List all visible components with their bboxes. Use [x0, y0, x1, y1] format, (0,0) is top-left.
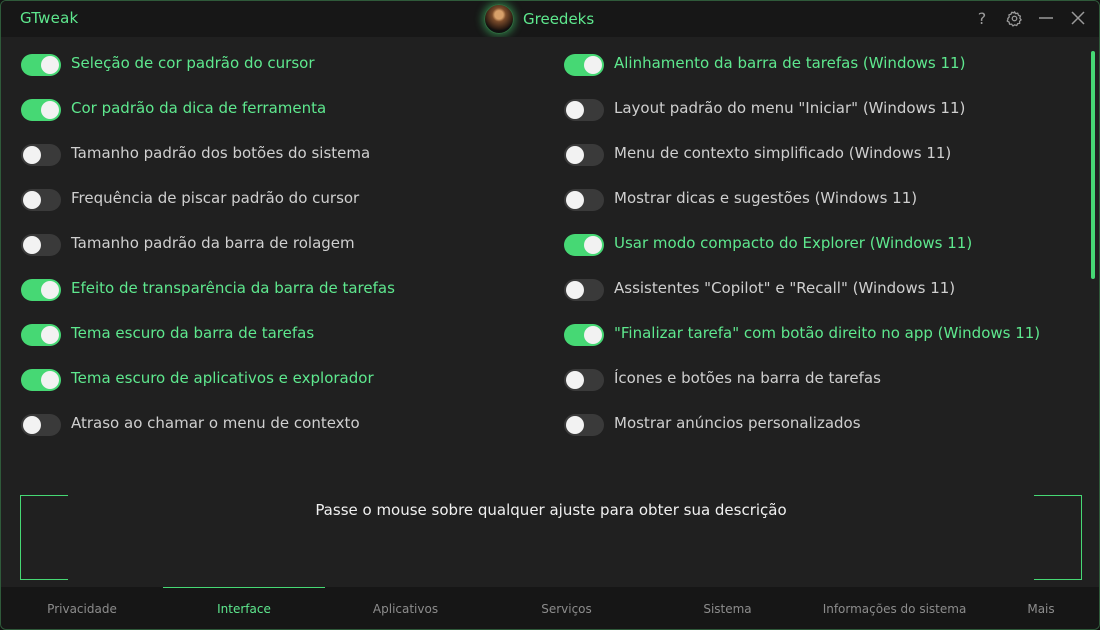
- toggle-knob: [23, 416, 41, 434]
- title-bar[interactable]: GTweak Greedeks ?: [1, 1, 1099, 37]
- tab-sistema[interactable]: Sistema: [647, 587, 808, 629]
- toggle-knob: [566, 191, 584, 209]
- toggle-knob: [566, 101, 584, 119]
- description-text: Passe o mouse sobre qualquer ajuste para…: [315, 501, 787, 519]
- toggle-switch[interactable]: [564, 99, 604, 121]
- toggle-row[interactable]: Assistentes "Copilot" e "Recall" (Window…: [564, 278, 1040, 323]
- toggle-switch[interactable]: [21, 369, 61, 391]
- description-box: Passe o mouse sobre qualquer ajuste para…: [20, 495, 1082, 580]
- toggle-switch[interactable]: [564, 144, 604, 166]
- tab-interface[interactable]: Interface: [163, 587, 325, 629]
- toggle-row[interactable]: Layout padrão do menu "Iniciar" (Windows…: [564, 98, 1040, 143]
- toggle-label: Mostrar anúncios personalizados: [614, 414, 861, 432]
- right-toggle-column: Alinhamento da barra de tarefas (Windows…: [564, 53, 1040, 458]
- corner-bottom-left: [20, 532, 68, 580]
- toggle-knob: [23, 191, 41, 209]
- toggle-knob: [566, 371, 584, 389]
- toggle-row[interactable]: Tema escuro de aplicativos e explorador: [21, 368, 395, 413]
- bottom-nav: Privacidade Interface Aplicativos Serviços S…: [1, 587, 1099, 629]
- toggle-switch[interactable]: [564, 54, 604, 76]
- toggle-switch[interactable]: [21, 414, 61, 436]
- toggle-row[interactable]: Alinhamento da barra de tarefas (Windows…: [564, 53, 1040, 98]
- toggle-switch[interactable]: [21, 234, 61, 256]
- tab-aplicativos[interactable]: Aplicativos: [325, 587, 486, 629]
- toggle-label: Frequência de piscar padrão do cursor: [71, 189, 360, 207]
- toggle-label: Tema escuro de aplicativos e explorador: [71, 369, 374, 387]
- toggle-row[interactable]: "Finalizar tarefa" com botão direito no …: [564, 323, 1040, 368]
- toggle-knob: [566, 416, 584, 434]
- toggle-row[interactable]: Mostrar anúncios personalizados: [564, 413, 1040, 458]
- toggle-label: Alinhamento da barra de tarefas (Windows…: [614, 54, 966, 72]
- tab-mais[interactable]: Mais: [981, 587, 1099, 629]
- toggle-switch[interactable]: [21, 189, 61, 211]
- toggle-switch[interactable]: [564, 414, 604, 436]
- brand: Greedeks: [484, 4, 594, 34]
- toggle-switch[interactable]: [564, 189, 604, 211]
- toggle-label: Usar modo compacto do Explorer (Windows …: [614, 234, 973, 252]
- toggle-switch[interactable]: [21, 279, 61, 301]
- toggle-row[interactable]: Tamanho padrão dos botões do sistema: [21, 143, 395, 188]
- toggle-knob: [41, 371, 59, 389]
- scrollbar-thumb[interactable]: [1091, 51, 1095, 279]
- toggle-label: Layout padrão do menu "Iniciar" (Windows…: [614, 99, 966, 117]
- toggle-knob: [41, 281, 59, 299]
- app-window: GTweak Greedeks ? Seleção de cor padrão …: [0, 0, 1100, 630]
- toggle-row[interactable]: Frequência de piscar padrão do cursor: [21, 188, 395, 233]
- brand-name: Greedeks: [523, 10, 595, 28]
- toggle-label: Efeito de transparência da barra de tare…: [71, 279, 395, 297]
- toggle-switch[interactable]: [564, 279, 604, 301]
- gear-icon[interactable]: [1005, 7, 1023, 29]
- toggle-switch[interactable]: [21, 99, 61, 121]
- toggle-row[interactable]: Seleção de cor padrão do cursor: [21, 53, 395, 98]
- tab-privacidade[interactable]: Privacidade: [1, 587, 163, 629]
- toggle-label: Assistentes "Copilot" e "Recall" (Window…: [614, 279, 956, 297]
- toggle-row[interactable]: Usar modo compacto do Explorer (Windows …: [564, 233, 1040, 278]
- close-icon[interactable]: [1069, 7, 1087, 29]
- toggle-knob: [566, 146, 584, 164]
- tab-servi-os[interactable]: Serviços: [486, 587, 647, 629]
- left-toggle-column: Seleção de cor padrão do cursor Cor padrã…: [21, 53, 395, 458]
- toggle-label: Seleção de cor padrão do cursor: [71, 54, 315, 72]
- toggle-label: Mostrar dicas e sugestões (Windows 11): [614, 189, 918, 207]
- toggle-row[interactable]: Cor padrão da dica de ferramenta: [21, 98, 395, 143]
- window-controls: ?: [973, 7, 1087, 29]
- toggle-switch[interactable]: [564, 234, 604, 256]
- toggle-label: Atraso ao chamar o menu de contexto: [71, 414, 360, 432]
- toggle-label: "Finalizar tarefa" com botão direito no …: [614, 324, 1041, 342]
- question-icon[interactable]: ?: [973, 7, 991, 29]
- toggle-switch[interactable]: [564, 369, 604, 391]
- toggle-label: Tamanho padrão dos botões do sistema: [71, 144, 371, 162]
- toggle-knob: [23, 236, 41, 254]
- toggle-knob: [41, 326, 59, 344]
- toggle-row[interactable]: Tamanho padrão da barra de rolagem: [21, 233, 395, 278]
- toggle-row[interactable]: Menu de contexto simplificado (Windows 1…: [564, 143, 1040, 188]
- brand-avatar: [484, 4, 514, 34]
- minimize-icon[interactable]: [1037, 7, 1055, 29]
- toggle-knob: [23, 146, 41, 164]
- toggle-knob: [566, 281, 584, 299]
- settings-panel: Seleção de cor padrão do cursor Cor padrã…: [1, 37, 1099, 587]
- toggle-label: Ícones e botões na barra de tarefas: [614, 369, 881, 387]
- tab-informa-es-do-sistema[interactable]: Informações do sistema: [808, 587, 981, 629]
- toggle-row[interactable]: Efeito de transparência da barra de tare…: [21, 278, 395, 323]
- toggle-row[interactable]: Mostrar dicas e sugestões (Windows 11): [564, 188, 1040, 233]
- toggle-knob: [41, 56, 59, 74]
- toggle-knob: [584, 236, 602, 254]
- toggle-label: Cor padrão da dica de ferramenta: [71, 99, 327, 117]
- toggle-switch[interactable]: [21, 324, 61, 346]
- toggle-label: Menu de contexto simplificado (Windows 1…: [614, 144, 952, 162]
- toggle-knob: [41, 101, 59, 119]
- toggle-switch[interactable]: [21, 54, 61, 76]
- toggle-row[interactable]: Atraso ao chamar o menu de contexto: [21, 413, 395, 458]
- corner-bottom-right: [1034, 532, 1082, 580]
- toggle-row[interactable]: Tema escuro da barra de tarefas: [21, 323, 395, 368]
- app-title: GTweak: [20, 9, 79, 27]
- toggle-switch[interactable]: [21, 144, 61, 166]
- toggle-knob: [584, 326, 602, 344]
- toggle-label: Tema escuro da barra de tarefas: [71, 324, 315, 342]
- toggle-label: Tamanho padrão da barra de rolagem: [71, 234, 355, 252]
- toggle-row[interactable]: Ícones e botões na barra de tarefas: [564, 368, 1040, 413]
- toggle-switch[interactable]: [564, 324, 604, 346]
- toggle-knob: [584, 56, 602, 74]
